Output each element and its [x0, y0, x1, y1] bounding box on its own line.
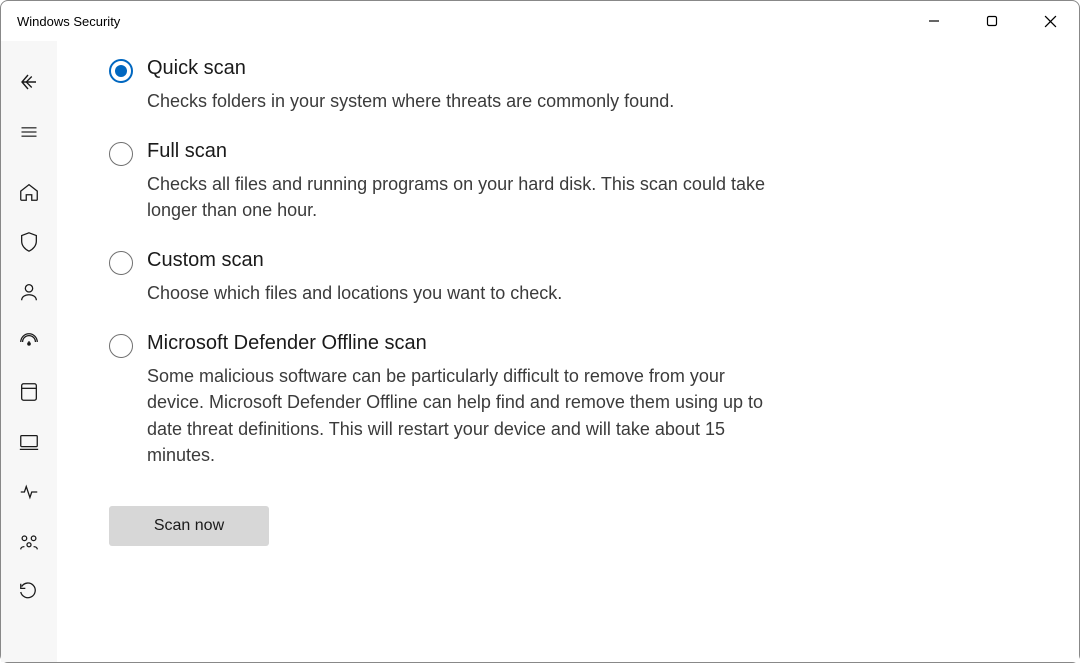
option-title: Microsoft Defender Offline scan [147, 332, 769, 355]
close-button[interactable] [1021, 1, 1079, 41]
minimize-button[interactable] [905, 1, 963, 41]
sidebar-item-performance[interactable] [1, 467, 57, 517]
option-title: Quick scan [147, 57, 674, 80]
sidebar-item-device-security[interactable] [1, 417, 57, 467]
option-desc: Checks all files and running programs on… [147, 171, 769, 223]
option-title: Full scan [147, 140, 769, 163]
titlebar: Windows Security [1, 1, 1079, 41]
sidebar-item-family[interactable] [1, 517, 57, 567]
back-button[interactable] [1, 57, 57, 107]
scan-options: Quick scan Checks folders in your system… [109, 57, 769, 468]
option-title: Custom scan [147, 249, 562, 272]
sidebar-item-home[interactable] [1, 167, 57, 217]
option-desc: Choose which files and locations you wan… [147, 280, 562, 306]
sidebar-item-account[interactable] [1, 267, 57, 317]
sidebar [1, 41, 57, 662]
window-controls [905, 1, 1079, 41]
scan-now-button[interactable]: Scan now [109, 506, 269, 546]
sidebar-item-app-browser[interactable] [1, 367, 57, 417]
option-desc: Checks folders in your system where thre… [147, 88, 674, 114]
option-desc: Some malicious software can be particula… [147, 363, 769, 467]
sidebar-item-virus[interactable] [1, 217, 57, 267]
option-custom-scan[interactable]: Custom scan Choose which files and locat… [109, 249, 769, 306]
option-quick-scan[interactable]: Quick scan Checks folders in your system… [109, 57, 769, 114]
radio-quick-scan[interactable] [109, 59, 133, 83]
radio-offline-scan[interactable] [109, 334, 133, 358]
window-title: Windows Security [17, 14, 120, 29]
content-area: Quick scan Checks folders in your system… [57, 41, 1079, 662]
menu-button[interactable] [1, 107, 57, 157]
sidebar-item-history[interactable] [1, 567, 57, 617]
sidebar-item-firewall[interactable] [1, 317, 57, 367]
radio-custom-scan[interactable] [109, 251, 133, 275]
radio-full-scan[interactable] [109, 142, 133, 166]
option-full-scan[interactable]: Full scan Checks all files and running p… [109, 140, 769, 223]
maximize-button[interactable] [963, 1, 1021, 41]
option-offline-scan[interactable]: Microsoft Defender Offline scan Some mal… [109, 332, 769, 467]
